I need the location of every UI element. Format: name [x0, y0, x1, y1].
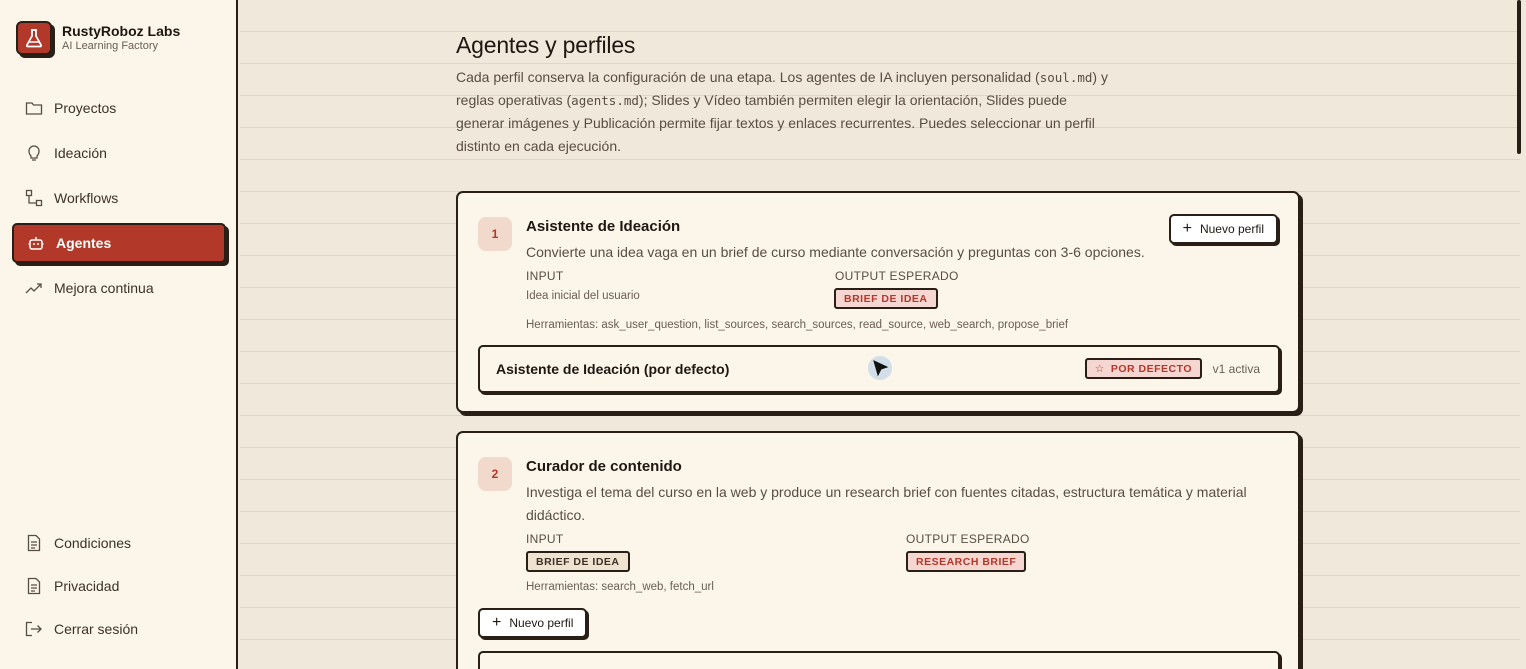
document-icon: [24, 533, 44, 553]
profile-version: v1 activa: [1212, 362, 1260, 376]
sidebar-item-label: Proyectos: [54, 100, 117, 116]
sidebar-item-label: Agentes: [56, 235, 112, 251]
folder-icon: [24, 98, 44, 118]
output-tag: RESEARCH BRIEF: [906, 551, 1027, 572]
brand-subtitle: AI Learning Factory: [62, 40, 158, 52]
sidebar: RustyRoboz Labs AI Learning Factory Proy…: [0, 0, 238, 669]
brand[interactable]: RustyRoboz Labs AI Learning Factory: [16, 21, 180, 55]
agent-card: 2 Curador de contenido Investiga el tema…: [456, 431, 1300, 669]
output-label: OUTPUT ESPERADO: [835, 269, 959, 283]
logout-icon: [24, 619, 44, 639]
input-label: INPUT: [526, 532, 564, 546]
input-value: Idea inicial del usuario: [526, 290, 640, 302]
agent-description: Convierte una idea vaga en un brief de c…: [526, 244, 1145, 260]
tools-list: Herramientas: search_web, fetch_url: [526, 581, 714, 593]
input-label: INPUT: [526, 269, 564, 283]
sidebar-item-agentes[interactable]: Agentes: [12, 223, 226, 263]
output-label: OUTPUT ESPERADO: [906, 532, 1030, 546]
sidebar-item-ideacion[interactable]: Ideación: [12, 133, 226, 173]
plus-icon: +: [1182, 220, 1192, 237]
page-header: Agentes y perfiles Cada perfil conserva …: [456, 32, 1306, 158]
sidebar-item-condiciones[interactable]: Condiciones: [12, 524, 226, 562]
default-badge: ☆ POR DEFECTO: [1084, 358, 1202, 379]
scrollbar[interactable]: [1517, 0, 1521, 154]
sidebar-item-label: Mejora continua: [54, 280, 154, 296]
sidebar-item-mejora-continua[interactable]: Mejora continua: [12, 268, 226, 308]
profile-row[interactable]: [478, 651, 1280, 669]
sidebar-item-label: Workflows: [54, 190, 119, 206]
page-title: Agentes y perfiles: [456, 32, 636, 58]
agent-description: Investiga el tema del curso en la web y …: [526, 484, 1247, 523]
document-icon: [24, 576, 44, 596]
new-profile-button[interactable]: + Nuevo perfil: [1168, 214, 1278, 244]
step-number: 2: [478, 457, 512, 491]
page-description: Cada perfil conserva la configuración de…: [456, 69, 1108, 154]
flask-icon: [16, 21, 52, 55]
sidebar-item-workflows[interactable]: Workflows: [12, 178, 226, 218]
profile-name: Asistente de Ideación (por defecto): [496, 361, 730, 377]
mouse-cursor-icon: [868, 356, 892, 380]
sidebar-item-proyectos[interactable]: Proyectos: [12, 88, 226, 128]
step-number: 1: [478, 217, 512, 251]
input-tag: BRIEF DE IDEA: [526, 551, 630, 572]
plus-icon: +: [492, 614, 502, 631]
sidebar-footer: Condiciones Privacidad Cerrar sesión: [12, 524, 226, 653]
sidebar-item-cerrar-sesion[interactable]: Cerrar sesión: [12, 610, 226, 648]
agent-title: Asistente de Ideación: [526, 218, 681, 235]
workflow-icon: [24, 188, 44, 208]
sidebar-item-privacidad[interactable]: Privacidad: [12, 567, 226, 605]
tools-list: Herramientas: ask_user_question, list_so…: [526, 319, 1069, 331]
sidebar-item-label: Condiciones: [54, 535, 132, 551]
sidebar-item-label: Cerrar sesión: [54, 621, 139, 637]
sidebar-item-label: Ideación: [54, 145, 107, 161]
robot-icon: [26, 233, 46, 253]
lightbulb-icon: [24, 143, 44, 163]
new-profile-button[interactable]: + Nuevo perfil: [478, 608, 588, 638]
trend-icon: [24, 278, 44, 298]
brand-name: RustyRoboz Labs: [62, 23, 181, 39]
output-tag: BRIEF DE IDEA: [834, 288, 938, 309]
star-icon: ☆: [1094, 362, 1105, 375]
main-nav: Proyectos Ideación Workflows Agentes Mej…: [12, 88, 226, 313]
sidebar-item-label: Privacidad: [54, 578, 120, 594]
agent-title: Curador de contenido: [526, 458, 682, 475]
